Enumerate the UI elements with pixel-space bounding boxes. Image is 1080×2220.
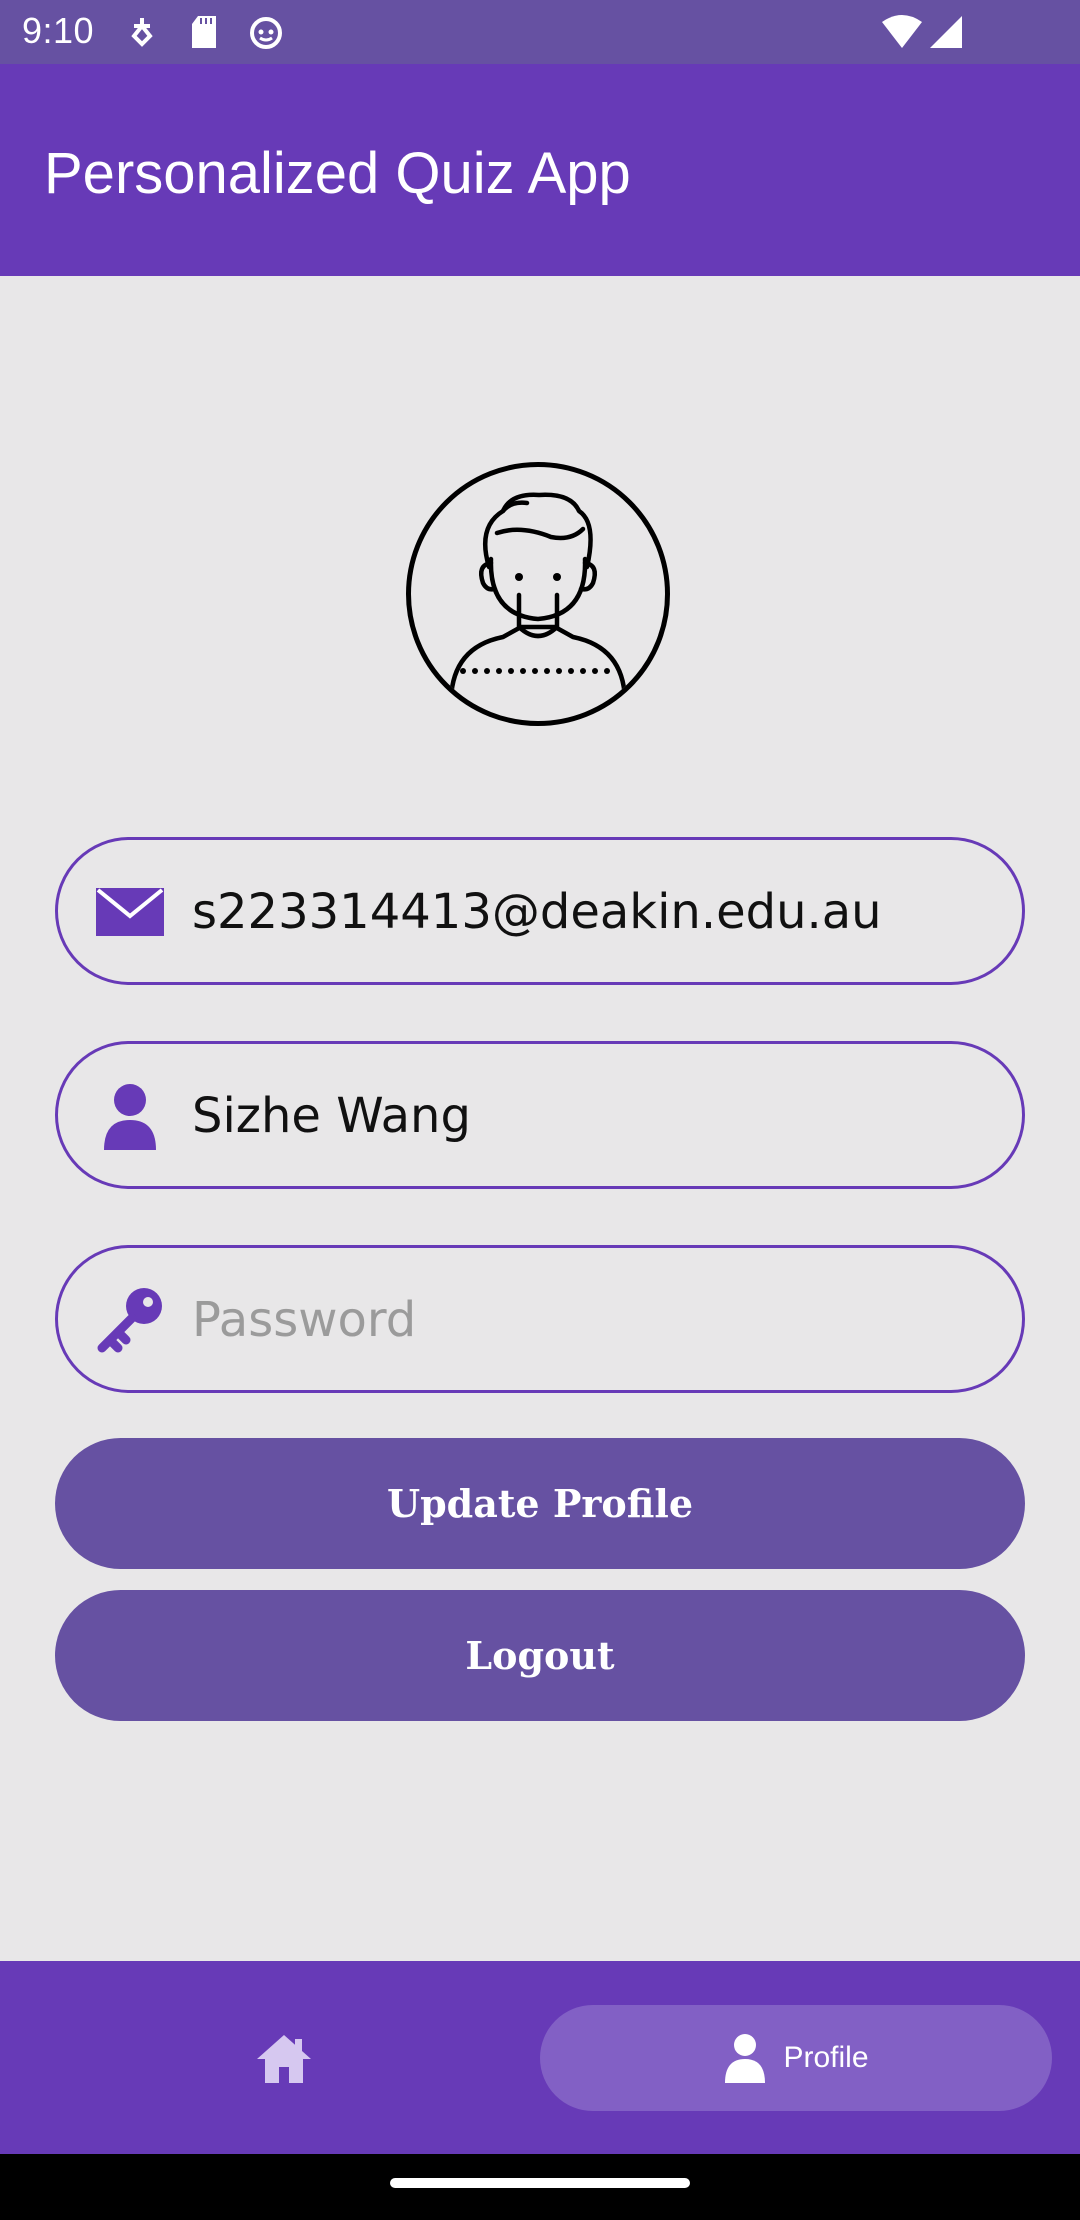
bottom-navigation: Profile [0,1961,1080,2154]
password-field[interactable] [55,1245,1025,1393]
password-input[interactable] [192,1292,992,1348]
user-avatar-icon [448,492,628,702]
profile-avatar [406,462,670,726]
logout-button[interactable]: Logout [55,1590,1025,1721]
gesture-handle[interactable] [390,2178,690,2188]
usb-debug-icon [128,14,156,55]
status-time: 9:10 [22,10,95,51]
nav-home[interactable] [255,2033,313,2085]
home-icon [257,2035,311,2083]
app-title: Personalized Quiz App [44,141,631,206]
name-field[interactable]: Sizhe Wang [55,1041,1025,1189]
status-bar: 9:10 [0,0,1080,64]
key-icon [96,1286,164,1354]
person-icon [96,1082,164,1150]
name-value: Sizhe Wang [192,1088,471,1144]
android-cat-icon [248,14,284,55]
system-navigation-bar [0,2154,1080,2220]
update-profile-button[interactable]: Update Profile [55,1438,1025,1569]
email-value: s223314413@deakin.edu.au [192,884,882,940]
wifi-icon [880,14,924,55]
nav-profile[interactable]: Profile [540,2005,1052,2111]
nav-profile-label: Profile [783,2041,869,2074]
sd-card-icon [190,14,218,55]
envelope-icon [96,878,164,946]
signal-icon [928,14,964,55]
app-bar: Personalized Quiz App [0,64,1080,276]
person-icon [725,2034,766,2083]
email-field[interactable]: s223314413@deakin.edu.au [55,837,1025,985]
